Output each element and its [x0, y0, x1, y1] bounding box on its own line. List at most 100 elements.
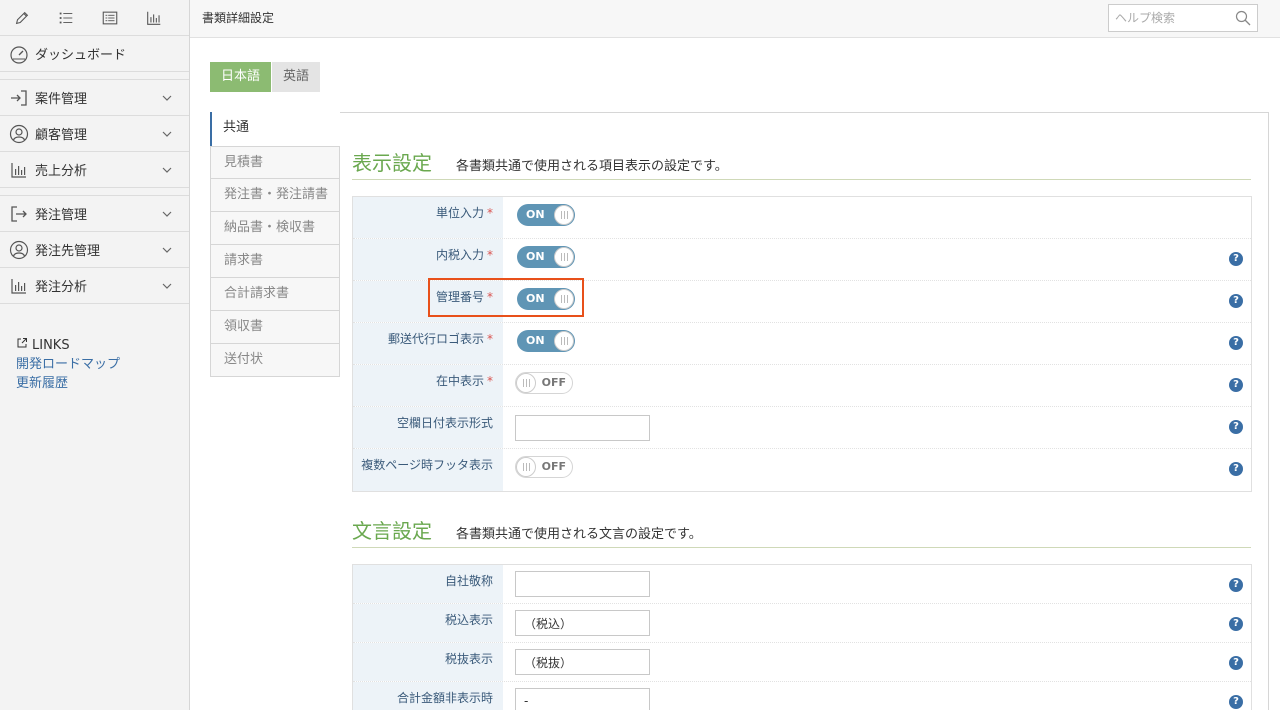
help-icon[interactable]: ?	[1229, 294, 1243, 308]
links-section: LINKS 開発ロードマップ 更新履歴	[16, 336, 120, 393]
sidebar-divider	[0, 72, 189, 80]
help-icon[interactable]: ?	[1229, 378, 1243, 392]
chevron-down-icon	[157, 95, 177, 101]
unit-input-toggle[interactable]: ON	[517, 204, 575, 226]
wording-settings-table: 自社敬称 ? 税込表示 ? 税抜表示 ? 合計金額非表示時 ?	[352, 564, 1252, 710]
tab-japanese[interactable]: 日本語	[210, 62, 272, 92]
total-hidden-input[interactable]	[515, 688, 650, 710]
management-number-toggle[interactable]: ON	[517, 288, 575, 310]
sidebar-toolbar	[0, 0, 189, 36]
sidebar-divider	[0, 188, 189, 196]
setting-label: 空欄日付表示形式	[396, 416, 493, 430]
honorific-input[interactable]	[515, 571, 650, 597]
bar-chart-icon	[8, 275, 30, 297]
sidebar: ダッシュボード 案件管理 顧客管理 売上分析 発注管理 発注先管理 発注分析 L…	[0, 0, 190, 710]
inclusive-tax-toggle[interactable]: ON	[517, 246, 575, 268]
sidebar-item-label: 発注管理	[35, 208, 88, 223]
search-icon[interactable]	[1235, 10, 1251, 29]
help-icon[interactable]: ?	[1229, 336, 1243, 350]
table-icon[interactable]	[88, 0, 132, 36]
help-search-input[interactable]	[1109, 5, 1229, 31]
chevron-down-icon	[157, 283, 177, 289]
sidebar-item-projects[interactable]: 案件管理	[0, 80, 189, 116]
mail-logo-toggle[interactable]: ON	[517, 330, 575, 352]
display-settings-desc: 各書類共通で使用される項目表示の設定です。	[456, 159, 728, 174]
doc-tab-delivery[interactable]: 納品書・検収書	[210, 212, 340, 245]
display-settings-title: 表示設定	[352, 151, 432, 175]
list-icon[interactable]	[44, 0, 88, 36]
sign-out-icon	[8, 203, 30, 225]
doc-tab-invoice[interactable]: 請求書	[210, 245, 340, 278]
multipage-footer-toggle[interactable]: OFF	[515, 456, 573, 478]
setting-label: 郵送代行ロゴ表示 *	[387, 332, 493, 346]
sidebar-item-sales-analysis[interactable]: 売上分析	[0, 152, 189, 188]
toggle-knob	[516, 457, 536, 477]
doc-tab-purchase-order[interactable]: 発注書・発注請書	[210, 179, 340, 212]
sidebar-item-orders[interactable]: 発注管理	[0, 196, 189, 232]
wording-row-honorific: 自社敬称 ?	[353, 565, 1251, 604]
setting-row-mail-logo: 郵送代行ロゴ表示 * ON ?	[353, 323, 1251, 365]
sidebar-item-suppliers[interactable]: 発注先管理	[0, 232, 189, 268]
help-icon[interactable]: ?	[1229, 695, 1243, 709]
pencil-icon[interactable]	[0, 0, 44, 36]
sidebar-item-dashboard[interactable]: ダッシュボード	[0, 36, 189, 72]
doc-tab-cover-letter[interactable]: 送付状	[210, 344, 340, 377]
chevron-down-icon	[157, 247, 177, 253]
sidebar-item-customers[interactable]: 顧客管理	[0, 116, 189, 152]
chevron-down-icon	[157, 211, 177, 217]
display-settings-table: 単位入力 * ON 内税入力 * ON ? 管理番号 * ON ? 郵送代行ロゴ表示 *…	[352, 196, 1252, 492]
sidebar-item-label: 発注分析	[35, 280, 88, 295]
tax-included-input[interactable]	[515, 610, 650, 636]
toggle-knob	[554, 205, 574, 225]
doc-tab-receipt[interactable]: 領収書	[210, 311, 340, 344]
doc-tab-common[interactable]: 共通	[210, 112, 340, 146]
help-icon[interactable]: ?	[1229, 420, 1243, 434]
help-icon[interactable]: ?	[1229, 578, 1243, 592]
setting-row-enclosed: 在中表示 * OFF ?	[353, 365, 1251, 407]
setting-row-inclusive-tax: 内税入力 * ON ?	[353, 239, 1251, 281]
doc-tab-summary-invoice[interactable]: 合計請求書	[210, 278, 340, 311]
topbar: 書類詳細設定	[190, 0, 1280, 38]
sidebar-item-label: ダッシュボード	[35, 48, 127, 63]
toggle-knob	[554, 331, 574, 351]
user-circle-icon	[8, 239, 30, 261]
tax-excluded-input[interactable]	[515, 649, 650, 675]
setting-row-unit-input: 単位入力 * ON	[353, 197, 1251, 239]
sidebar-item-label: 顧客管理	[35, 128, 88, 143]
enclosed-toggle[interactable]: OFF	[515, 372, 573, 394]
setting-label: 単位入力 *	[435, 206, 493, 220]
doc-tab-estimate[interactable]: 見積書	[210, 146, 340, 179]
wording-settings-title: 文言設定	[352, 519, 432, 543]
toggle-knob	[516, 373, 536, 393]
help-icon[interactable]: ?	[1229, 462, 1243, 476]
bar-chart-icon	[8, 159, 30, 181]
help-icon[interactable]: ?	[1229, 617, 1243, 631]
wording-row-tax-included: 税込表示 ?	[353, 604, 1251, 643]
setting-row-management-number: 管理番号 * ON ?	[353, 281, 1251, 323]
wording-row-total-hidden: 合計金額非表示時 ?	[353, 682, 1251, 710]
link-changelog[interactable]: 更新履歴	[16, 374, 120, 393]
setting-label: 自社敬称	[444, 574, 493, 588]
help-icon[interactable]: ?	[1229, 656, 1243, 670]
sidebar-item-label: 案件管理	[35, 92, 88, 107]
toggle-knob	[554, 289, 574, 309]
setting-label: 税込表示	[444, 613, 493, 627]
sign-in-icon	[8, 87, 30, 109]
sidebar-item-label: 発注先管理	[35, 244, 101, 259]
help-search	[1108, 4, 1258, 32]
sidebar-item-label: 売上分析	[35, 164, 88, 179]
setting-label: 合計金額非表示時	[396, 691, 493, 705]
wording-row-tax-excluded: 税抜表示 ?	[353, 643, 1251, 682]
external-link-icon	[16, 336, 28, 355]
setting-row-blank-date-format: 空欄日付表示形式 ?	[353, 407, 1251, 449]
chevron-down-icon	[157, 167, 177, 173]
tab-english[interactable]: 英語	[272, 62, 321, 92]
section-divider	[352, 547, 1251, 548]
sidebar-item-order-analysis[interactable]: 発注分析	[0, 268, 189, 304]
link-roadmap[interactable]: 開発ロードマップ	[16, 355, 120, 374]
help-icon[interactable]: ?	[1229, 252, 1243, 266]
chart-icon[interactable]	[132, 0, 176, 36]
setting-label: 在中表示 *	[435, 374, 493, 388]
blank-date-format-input[interactable]	[515, 415, 650, 441]
wording-settings-desc: 各書類共通で使用される文言の設定です。	[456, 527, 702, 542]
